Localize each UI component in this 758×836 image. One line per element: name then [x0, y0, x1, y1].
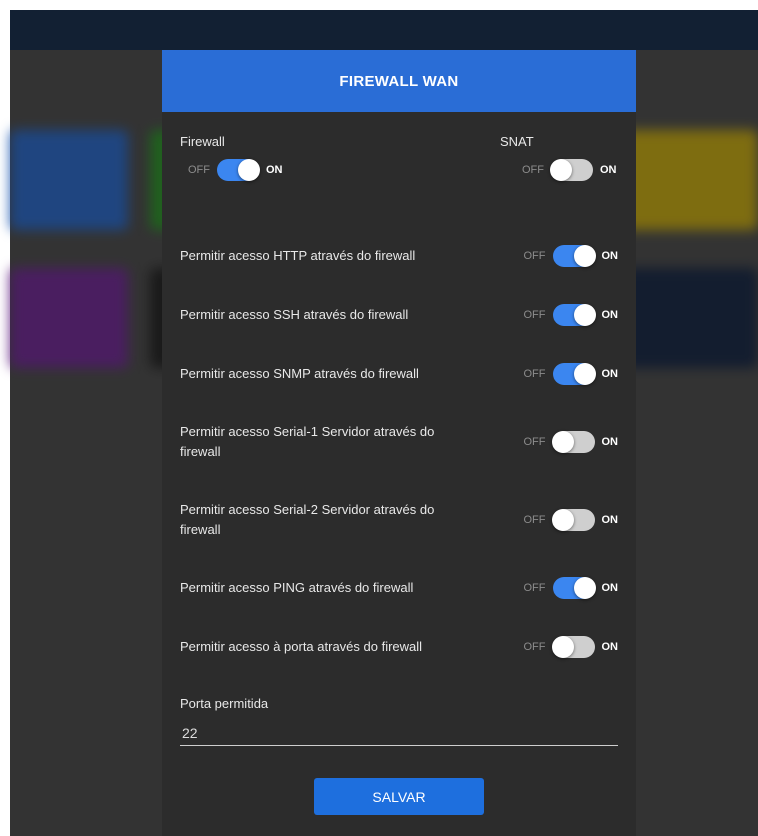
on-label: ON [601, 514, 619, 526]
off-label: OFF [523, 514, 546, 526]
rule-label: Permitir acesso Serial-1 Servidor atravé… [180, 424, 435, 459]
serial-1-toggle[interactable] [551, 431, 595, 453]
toggle-knob [551, 636, 574, 658]
rule-label: Permitir acesso HTTP através do firewall [180, 248, 416, 263]
toggle-knob [573, 363, 596, 385]
on-label: ON [601, 250, 619, 262]
rule-row-serial-2: Permitir acesso Serial-2 Servidor atravé… [180, 492, 618, 548]
rule-row-ping: Permitir acesso PING através do firewall… [180, 560, 618, 616]
rule-row-serial-1: Permitir acesso Serial-1 Servidor atravé… [180, 414, 618, 470]
rule-switch: OFF ON [523, 304, 619, 326]
rule-switch: OFF ON [523, 245, 619, 267]
on-label: ON [601, 436, 619, 448]
off-label: OFF [523, 582, 546, 594]
toggle-knob [551, 509, 574, 531]
port-field: Porta permitida [180, 696, 618, 746]
snat-group: SNAT OFF ON [500, 134, 617, 181]
snat-on-label: ON [600, 164, 617, 176]
rule-label: Permitir acesso SSH através do firewall [180, 307, 409, 322]
toggle-knob [573, 304, 596, 326]
rule-switch: OFF ON [523, 363, 619, 385]
rule-label: Permitir acesso SNMP através do firewall [180, 366, 419, 381]
off-label: OFF [523, 641, 546, 653]
firewall-toggle[interactable] [217, 159, 260, 181]
toggle-knob [550, 159, 572, 181]
snat-switch: OFF ON [522, 159, 617, 181]
modal-header: FIREWALL WAN [162, 50, 636, 112]
snat-toggle[interactable] [550, 159, 593, 181]
snat-off-label: OFF [522, 164, 544, 176]
rule-switch: OFF ON [523, 431, 619, 453]
rule-switch: OFF ON [523, 509, 619, 531]
firewall-group: Firewall OFF ON [180, 134, 283, 181]
rule-label: Permitir acesso PING através do firewall [180, 580, 414, 595]
firewall-off-label: OFF [188, 164, 210, 176]
firewall-on-label: ON [266, 164, 283, 176]
toggle-knob [551, 431, 574, 453]
on-label: ON [601, 582, 619, 594]
off-label: OFF [523, 250, 546, 262]
rule-switch: OFF ON [523, 577, 619, 599]
rule-row-port: Permitir acesso à porta através do firew… [180, 619, 618, 675]
firewall-wan-modal: FIREWALL WAN Firewall OFF ON SNAT OFF ON… [162, 50, 636, 836]
snmp-toggle[interactable] [552, 363, 596, 385]
port-input[interactable] [180, 721, 618, 746]
firewall-label: Firewall [180, 134, 225, 149]
rule-label: Permitir acesso à porta através do firew… [180, 639, 423, 654]
rule-label: Permitir acesso Serial-2 Servidor atravé… [180, 502, 435, 537]
port-toggle[interactable] [551, 636, 595, 658]
on-label: ON [601, 641, 619, 653]
rule-row-ssh: Permitir acesso SSH através do firewall … [180, 287, 618, 343]
off-label: OFF [523, 368, 546, 380]
on-label: ON [601, 309, 619, 321]
modal-title: FIREWALL WAN [339, 72, 459, 90]
snat-label: SNAT [500, 134, 534, 149]
rule-switch: OFF ON [523, 636, 619, 658]
toggle-knob [573, 577, 596, 599]
save-button[interactable]: SALVAR [314, 778, 484, 815]
toggle-knob [573, 245, 596, 267]
port-field-label: Porta permitida [180, 696, 269, 711]
rule-row-http: Permitir acesso HTTP através do firewall… [180, 228, 618, 284]
serial-2-toggle[interactable] [551, 509, 595, 531]
off-label: OFF [523, 436, 546, 448]
ssh-toggle[interactable] [552, 304, 596, 326]
firewall-switch: OFF ON [188, 159, 283, 181]
http-toggle[interactable] [552, 245, 596, 267]
rule-row-snmp: Permitir acesso SNMP através do firewall… [180, 346, 618, 402]
on-label: ON [601, 368, 619, 380]
ping-toggle[interactable] [552, 577, 596, 599]
off-label: OFF [523, 309, 546, 321]
toggle-knob [238, 159, 260, 181]
